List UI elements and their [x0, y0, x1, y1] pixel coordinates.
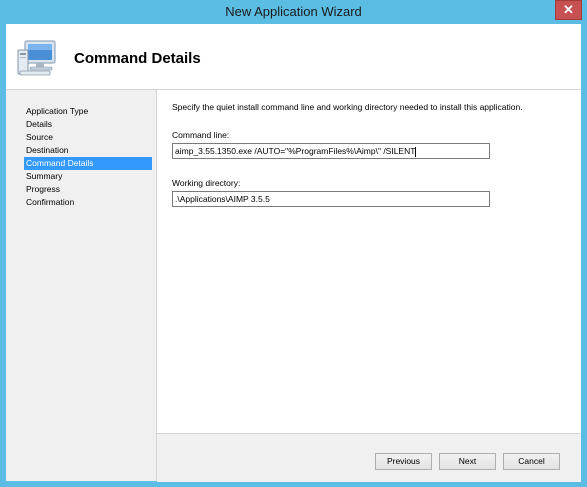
wizard-content: Specify the quiet install command line a…	[157, 90, 581, 481]
command-line-label: Command line:	[172, 130, 230, 140]
sidebar-item-destination[interactable]: Destination	[24, 144, 152, 157]
sidebar-item-summary[interactable]: Summary	[24, 170, 152, 183]
sidebar-item-confirmation[interactable]: Confirmation	[24, 196, 152, 209]
sidebar-item-application-type[interactable]: Application Type	[24, 105, 152, 118]
wizard-window: New Application Wizard ✕ Command Details…	[0, 0, 587, 487]
wizard-steps-sidebar: Application Type Details Source Destination…	[6, 90, 157, 481]
close-button[interactable]: ✕	[555, 0, 582, 20]
working-directory-input[interactable]: .\Applications\AIMP 3.5.5	[172, 191, 490, 207]
cancel-button[interactable]: Cancel	[503, 453, 560, 470]
working-directory-value: .\Applications\AIMP 3.5.5	[175, 194, 270, 204]
title-bar[interactable]: New Application Wizard ✕	[0, 0, 587, 24]
sidebar-item-command-details[interactable]: Command Details	[24, 157, 152, 170]
command-line-value: aimp_3.55.1350.exe /AUTO="%ProgramFiles%…	[175, 146, 416, 156]
sidebar-item-details[interactable]: Details	[24, 118, 152, 131]
window-title: New Application Wizard	[225, 4, 362, 19]
text-caret	[415, 146, 417, 157]
command-line-input[interactable]: aimp_3.55.1350.exe /AUTO="%ProgramFiles%…	[172, 143, 490, 159]
sidebar-item-progress[interactable]: Progress	[24, 183, 152, 196]
wizard-client: Command Details Application Type Details S…	[6, 24, 581, 482]
wizard-header: Command Details	[6, 24, 581, 90]
wizard-steps-list: Application Type Details Source Destination…	[24, 105, 152, 209]
next-button[interactable]: Next	[439, 453, 496, 470]
page-title: Command Details	[74, 50, 201, 67]
wizard-footer: Previous Next Cancel	[157, 433, 581, 482]
computer-icon	[17, 40, 56, 76]
working-directory-label: Working directory:	[172, 178, 241, 188]
page-description: Specify the quiet install command line a…	[172, 102, 523, 112]
sidebar-item-source[interactable]: Source	[24, 131, 152, 144]
previous-button[interactable]: Previous	[375, 453, 432, 470]
